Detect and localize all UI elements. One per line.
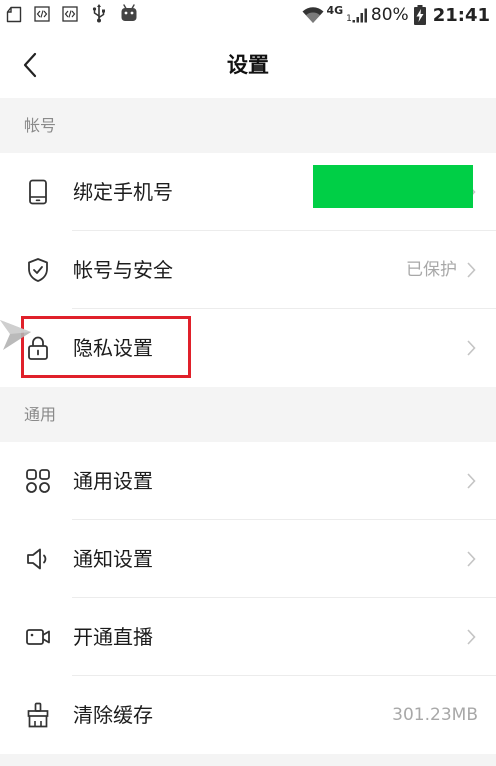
section-title: 通用 — [24, 405, 57, 424]
speaker-icon — [25, 546, 51, 572]
settings-row-label: 绑定手机号 — [73, 180, 173, 204]
redaction-box — [313, 165, 473, 208]
pointer-arrow-icon — [0, 317, 32, 353]
settings-row-general[interactable]: 通用设置 — [0, 442, 496, 520]
highlight-box — [21, 316, 191, 378]
settings-row-clear-cache[interactable]: 清除缓存 301.23MB — [0, 676, 496, 754]
settings-row-label: 通知设置 — [73, 547, 153, 571]
footer-band — [0, 754, 496, 766]
code-icon — [62, 6, 78, 26]
chevron-right-icon — [467, 340, 476, 356]
section-header-account: 帐号 — [0, 98, 496, 153]
settings-row-privacy[interactable]: 隐私设置 — [0, 309, 496, 387]
cache-size-value: 301.23MB — [392, 705, 478, 725]
settings-row-label: 通用设置 — [73, 469, 153, 493]
wifi-icon — [302, 6, 324, 24]
grid-icon — [25, 468, 51, 494]
signal-icon — [352, 7, 368, 23]
header: 设置 — [0, 30, 496, 98]
section-title: 帐号 — [24, 116, 57, 135]
android-icon — [120, 4, 138, 26]
battery-percent: 80% — [370, 5, 409, 25]
settings-screen: 4G 1 80% 21:41 设置 帐号 绑定手机号 帐号与安全 已保护 隐私设… — [0, 0, 496, 766]
status-time: 21:41 — [432, 4, 490, 26]
shield-icon — [25, 257, 51, 283]
code-icon — [34, 6, 50, 26]
chevron-right-icon — [467, 473, 476, 489]
status-bar-right: 4G 1 80% 21:41 — [302, 0, 490, 30]
status-bar: 4G 1 80% 21:41 — [0, 0, 496, 30]
chevron-right-icon — [467, 629, 476, 645]
security-status-value: 已保护 — [406, 260, 457, 280]
settings-row-label: 清除缓存 — [73, 703, 153, 727]
settings-row-label: 帐号与安全 — [73, 258, 173, 282]
chevron-right-icon — [467, 551, 476, 567]
battery-charging-icon — [413, 5, 426, 25]
settings-row-live-stream[interactable]: 开通直播 — [0, 598, 496, 676]
video-camera-icon — [25, 624, 51, 650]
settings-row-notifications[interactable]: 通知设置 — [0, 520, 496, 598]
settings-row-label: 开通直播 — [73, 625, 153, 649]
usb-icon — [92, 4, 106, 27]
settings-row-bind-phone[interactable]: 绑定手机号 — [0, 153, 496, 231]
chevron-right-icon — [467, 262, 476, 278]
phone-icon — [25, 179, 51, 205]
page-title: 设置 — [227, 53, 269, 77]
section-header-general: 通用 — [0, 387, 496, 442]
sim-slot-label: 1 — [346, 14, 352, 24]
file-notification-icon — [6, 6, 22, 27]
settings-row-account-security[interactable]: 帐号与安全 已保护 — [0, 231, 496, 309]
brush-icon — [25, 702, 51, 728]
network-type-label: 4G — [326, 3, 344, 17]
